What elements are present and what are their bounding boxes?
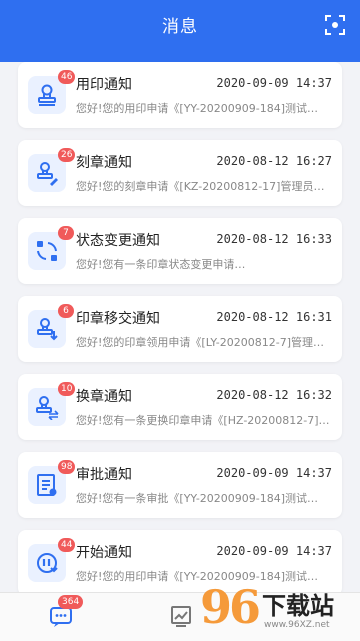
- notification-time: 2020-08-12 16:27: [216, 154, 332, 168]
- unread-badge: 46: [58, 70, 76, 84]
- notification-title: 换章通知: [76, 389, 132, 405]
- notification-item-status-change[interactable]: 7 状态变更通知 2020-08-12 16:33 您好!您有一条印章状态变更申…: [18, 218, 342, 284]
- message-count-badge: 364: [58, 595, 84, 609]
- page-title: 消息: [162, 17, 198, 37]
- notification-preview: 您好!您的刻章申请《[KZ-20200812-17]管理员…: [76, 180, 325, 193]
- notification-time: 2020-09-09 14:37: [216, 466, 332, 480]
- chart-icon: [171, 606, 191, 627]
- notification-preview: 您好!您有一条印章状态变更申请…: [76, 258, 246, 271]
- notification-title: 刻章通知: [76, 155, 132, 171]
- notification-title: 印章移交通知: [76, 311, 160, 327]
- tab-statistics[interactable]: [168, 603, 194, 629]
- notification-list: 46 用印通知 2020-09-09 14:37 您好!您的用印申请《[YY-2…: [0, 52, 360, 592]
- unread-badge: 10: [58, 382, 76, 396]
- notification-item-stamp-carve[interactable]: 26 刻章通知 2020-08-12 16:27 您好!您的刻章申请《[KZ-2…: [18, 140, 342, 206]
- watermark-text: 下载站: [262, 592, 334, 620]
- watermark-logo: 96 下载站 www.96XZ.net: [200, 576, 360, 640]
- unread-badge: 6: [58, 304, 74, 318]
- scan-icon[interactable]: [324, 14, 346, 36]
- tab-messages[interactable]: 364: [48, 595, 84, 629]
- notification-time: 2020-09-09 14:37: [216, 544, 332, 558]
- notification-preview: 您好!您有一条审批《[YY-20200909-184]测试…: [76, 492, 319, 505]
- notification-preview: 您好!您有一条更换印章申请《[HZ-20200812-7]…: [76, 414, 330, 427]
- notification-title: 状态变更通知: [76, 233, 160, 249]
- watermark-digits: 96: [200, 580, 261, 634]
- unread-badge: 98: [58, 460, 76, 474]
- notification-item-stamp-transfer[interactable]: 6 印章移交通知 2020-08-12 16:31 您好!您的印章领用申请《[L…: [18, 296, 342, 362]
- unread-badge: 26: [58, 148, 76, 162]
- watermark-url: www.96XZ.net: [264, 620, 330, 630]
- notification-item-stamp-use[interactable]: 46 用印通知 2020-09-09 14:37 您好!您的用印申请《[YY-2…: [18, 62, 342, 128]
- notification-title: 开始通知: [76, 545, 132, 561]
- unread-badge: 44: [58, 538, 76, 552]
- notification-item-stamp-exchange[interactable]: 10 换章通知 2020-08-12 16:32 您好!您有一条更换印章申请《[…: [18, 374, 342, 440]
- notification-title: 用印通知: [76, 77, 132, 93]
- unread-badge: 7: [58, 226, 74, 240]
- notification-item-approval[interactable]: 98 审批通知 2020-09-09 14:37 您好!您有一条审批《[YY-2…: [18, 452, 342, 518]
- notification-time: 2020-08-12 16:32: [216, 388, 332, 402]
- notification-time: 2020-08-12 16:31: [216, 310, 332, 324]
- notification-time: 2020-08-12 16:33: [216, 232, 332, 246]
- notification-title: 审批通知: [76, 467, 132, 483]
- notification-preview: 您好!您的用印申请《[YY-20200909-184]测试…: [76, 102, 319, 115]
- notification-preview: 您好!您的印章领用申请《[LY-20200812-7]管理…: [76, 336, 324, 349]
- notification-time: 2020-09-09 14:37: [216, 76, 332, 90]
